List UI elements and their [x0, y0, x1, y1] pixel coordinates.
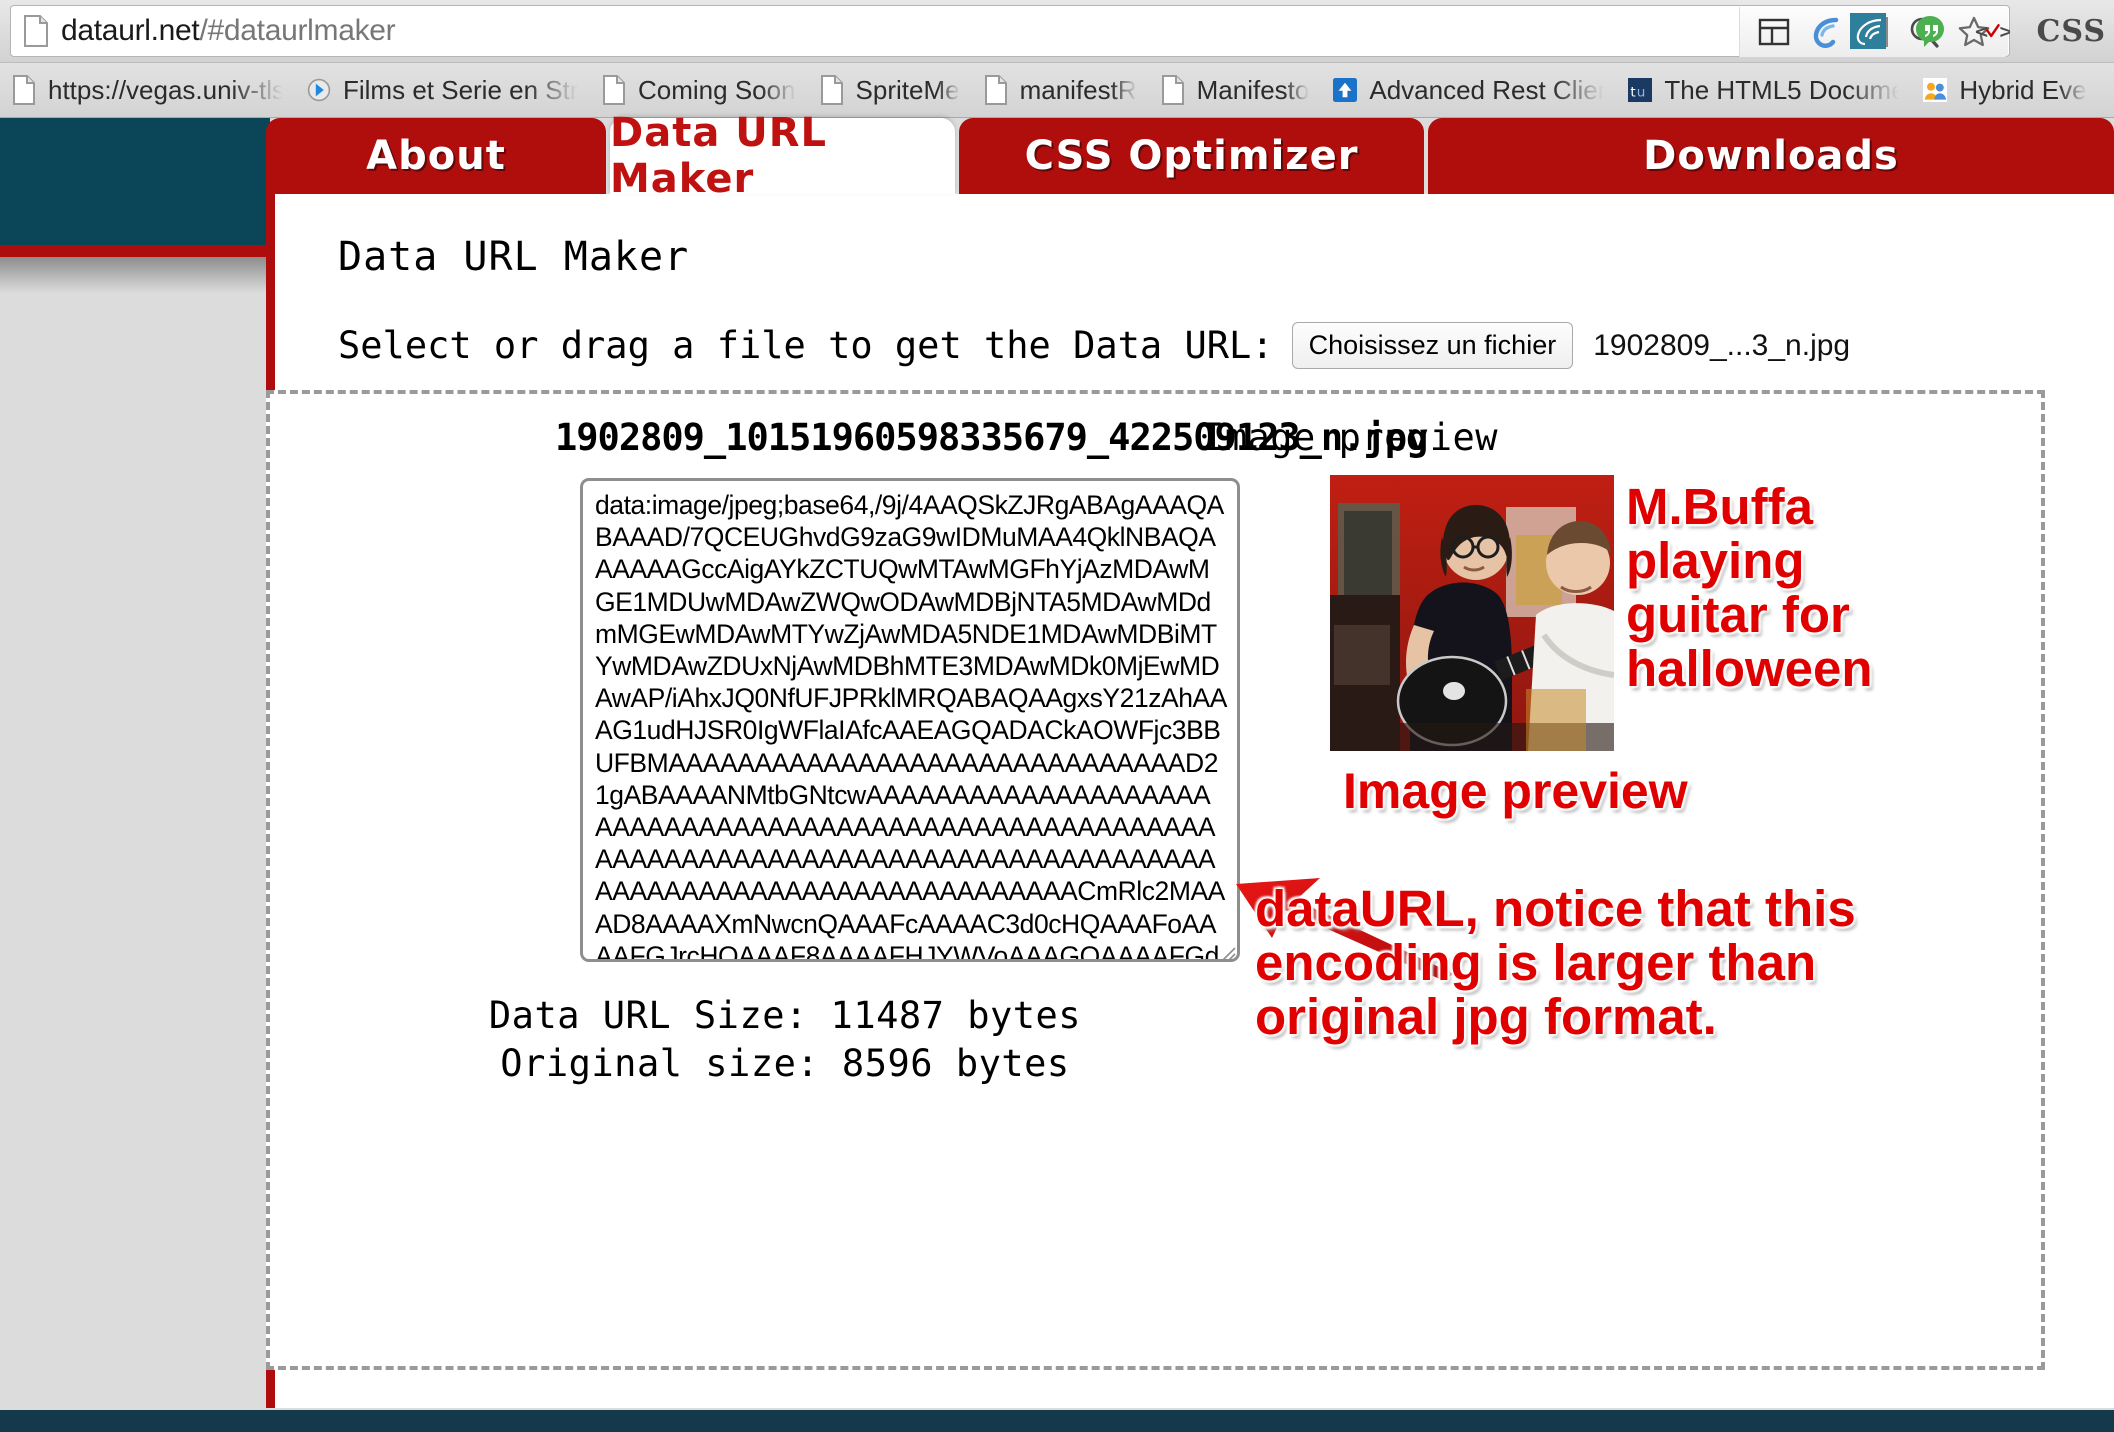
- bookmark-item[interactable]: tu The HTML5 Documen: [1616, 63, 1911, 117]
- page-document-icon: [984, 75, 1007, 105]
- teal-side-panel: [0, 118, 270, 245]
- size-summary: Data URL Size: 11487 bytes Original size…: [270, 992, 1300, 1088]
- bookmark-label: https://vegas.univ-tls: [48, 74, 283, 105]
- tab-data-url-maker[interactable]: Data URL Maker: [610, 110, 955, 202]
- tab-label: Downloads: [1643, 133, 1899, 179]
- bookmark-item[interactable]: manifestR: [972, 63, 1149, 117]
- bookmark-label: Films et Serie en Stre: [343, 74, 578, 105]
- result-dropzone-panel[interactable]: 1902809_10151960598335679_422509123_n.jp…: [266, 390, 2045, 1370]
- tab-label: About: [366, 133, 506, 179]
- photo-two-guitarists-red-wall: [1330, 475, 1614, 751]
- choose-file-button[interactable]: Choisissez un fichier: [1291, 322, 1574, 369]
- file-select-label: Select or drag a file to get the Data UR…: [338, 324, 1274, 367]
- site-content-area: Data URL Maker Select or drag a file to …: [266, 194, 2114, 1408]
- page-document-icon: [24, 15, 48, 47]
- tab-label: Data URL Maker: [610, 110, 828, 202]
- tab-downloads[interactable]: Downloads: [1428, 118, 2114, 194]
- tab-about[interactable]: About: [266, 118, 606, 194]
- bottom-status-bar: [0, 1410, 2114, 1432]
- image-preview: [1330, 475, 1614, 751]
- svg-text:t: t: [1631, 84, 1636, 100]
- chosen-file-name: 1902809_...3_n.jpg: [1593, 328, 1851, 362]
- annotation-photo-caption: M.Buffa playing guitar for halloween: [1626, 478, 1873, 697]
- annotation-dataurl-note: dataURL, notice that this encoding is la…: [1255, 880, 1856, 1045]
- bookmark-label: Advanced Rest Clien: [1369, 74, 1605, 105]
- url-host: dataurl.net: [61, 14, 200, 47]
- bookmark-item[interactable]: Films et Serie en Stre: [295, 63, 590, 117]
- omnibox-row: dataurl.net/#dataurlmaker 5: [0, 0, 2114, 62]
- extension-toolbar: < > CSS: [1850, 4, 2106, 58]
- bookmark-item[interactable]: Hybrid Eve: [1911, 63, 2098, 117]
- people-icon: [1923, 78, 1948, 102]
- evernote-ext-icon[interactable]: [1850, 13, 1887, 49]
- bookmark-item[interactable]: Manifesto: [1149, 63, 1322, 117]
- file-select-row: Select or drag a file to get the Data UR…: [338, 322, 1850, 369]
- bookmark-label: Manifesto: [1196, 74, 1310, 105]
- bookmark-label: Coming Soon: [638, 74, 796, 105]
- image-preview-label: Image preview: [1201, 416, 1499, 459]
- page-document-icon: [13, 75, 35, 105]
- bookmark-label: manifestR: [1019, 74, 1137, 105]
- bookmark-label: The HTML5 Documen: [1664, 74, 1900, 105]
- evernote-icon[interactable]: [1806, 14, 1842, 50]
- svg-text:>: >: [1999, 22, 2010, 43]
- navy-square-icon: tu: [1628, 78, 1653, 102]
- red-rule: [0, 245, 270, 257]
- reading-layout-icon[interactable]: [1756, 14, 1792, 50]
- data-url-size-text: Data URL Size: 11487 bytes: [488, 994, 1082, 1037]
- bookmark-label: SpriteMe: [855, 74, 960, 105]
- html-validator-ext-icon[interactable]: < >: [1974, 13, 2010, 49]
- address-bar-text: dataurl.net/#dataurlmaker: [61, 14, 396, 48]
- drop-shadow: [0, 257, 270, 293]
- original-size-text: Original size: 8596 bytes: [500, 1042, 1070, 1085]
- site-tab-bar: About Data URL Maker CSS Optimizer Downl…: [266, 110, 2114, 202]
- bookmarks-bar: https://vegas.univ-tls Films et Serie en…: [0, 62, 2114, 118]
- address-bar[interactable]: dataurl.net/#dataurlmaker 5: [10, 5, 2010, 57]
- hangouts-ext-icon[interactable]: [1912, 13, 1948, 49]
- dataurl-textarea[interactable]: data:image/jpeg;base64,/9j/4AAQSkZJRgABA…: [580, 478, 1240, 962]
- page-document-icon: [1161, 75, 1184, 105]
- site-window: About Data URL Maker CSS Optimizer Downl…: [266, 110, 2114, 1408]
- image-preview-annotation: Image preview: [1343, 763, 1688, 819]
- bookmark-item[interactable]: Advanced Rest Clien: [1321, 63, 1616, 117]
- tab-label: CSS Optimizer: [1024, 133, 1359, 179]
- browser-chrome: dataurl.net/#dataurlmaker 5: [0, 0, 2114, 118]
- page-document-icon: [820, 75, 843, 105]
- tab-css-optimizer[interactable]: CSS Optimizer: [959, 118, 1424, 194]
- css-ext-icon[interactable]: CSS: [2036, 14, 2106, 49]
- page-title: Data URL Maker: [338, 234, 690, 280]
- svg-text:u: u: [1637, 84, 1646, 100]
- blue-arrow-icon: [1333, 78, 1358, 102]
- bookmark-label: Hybrid Eve: [1959, 74, 2087, 105]
- svg-text:<: <: [1974, 22, 1989, 43]
- page-document-icon: [603, 75, 625, 105]
- url-fragment: /#dataurlmaker: [199, 14, 396, 47]
- play-circle-icon: [307, 78, 331, 102]
- bookmark-item[interactable]: https://vegas.univ-tls: [0, 63, 295, 117]
